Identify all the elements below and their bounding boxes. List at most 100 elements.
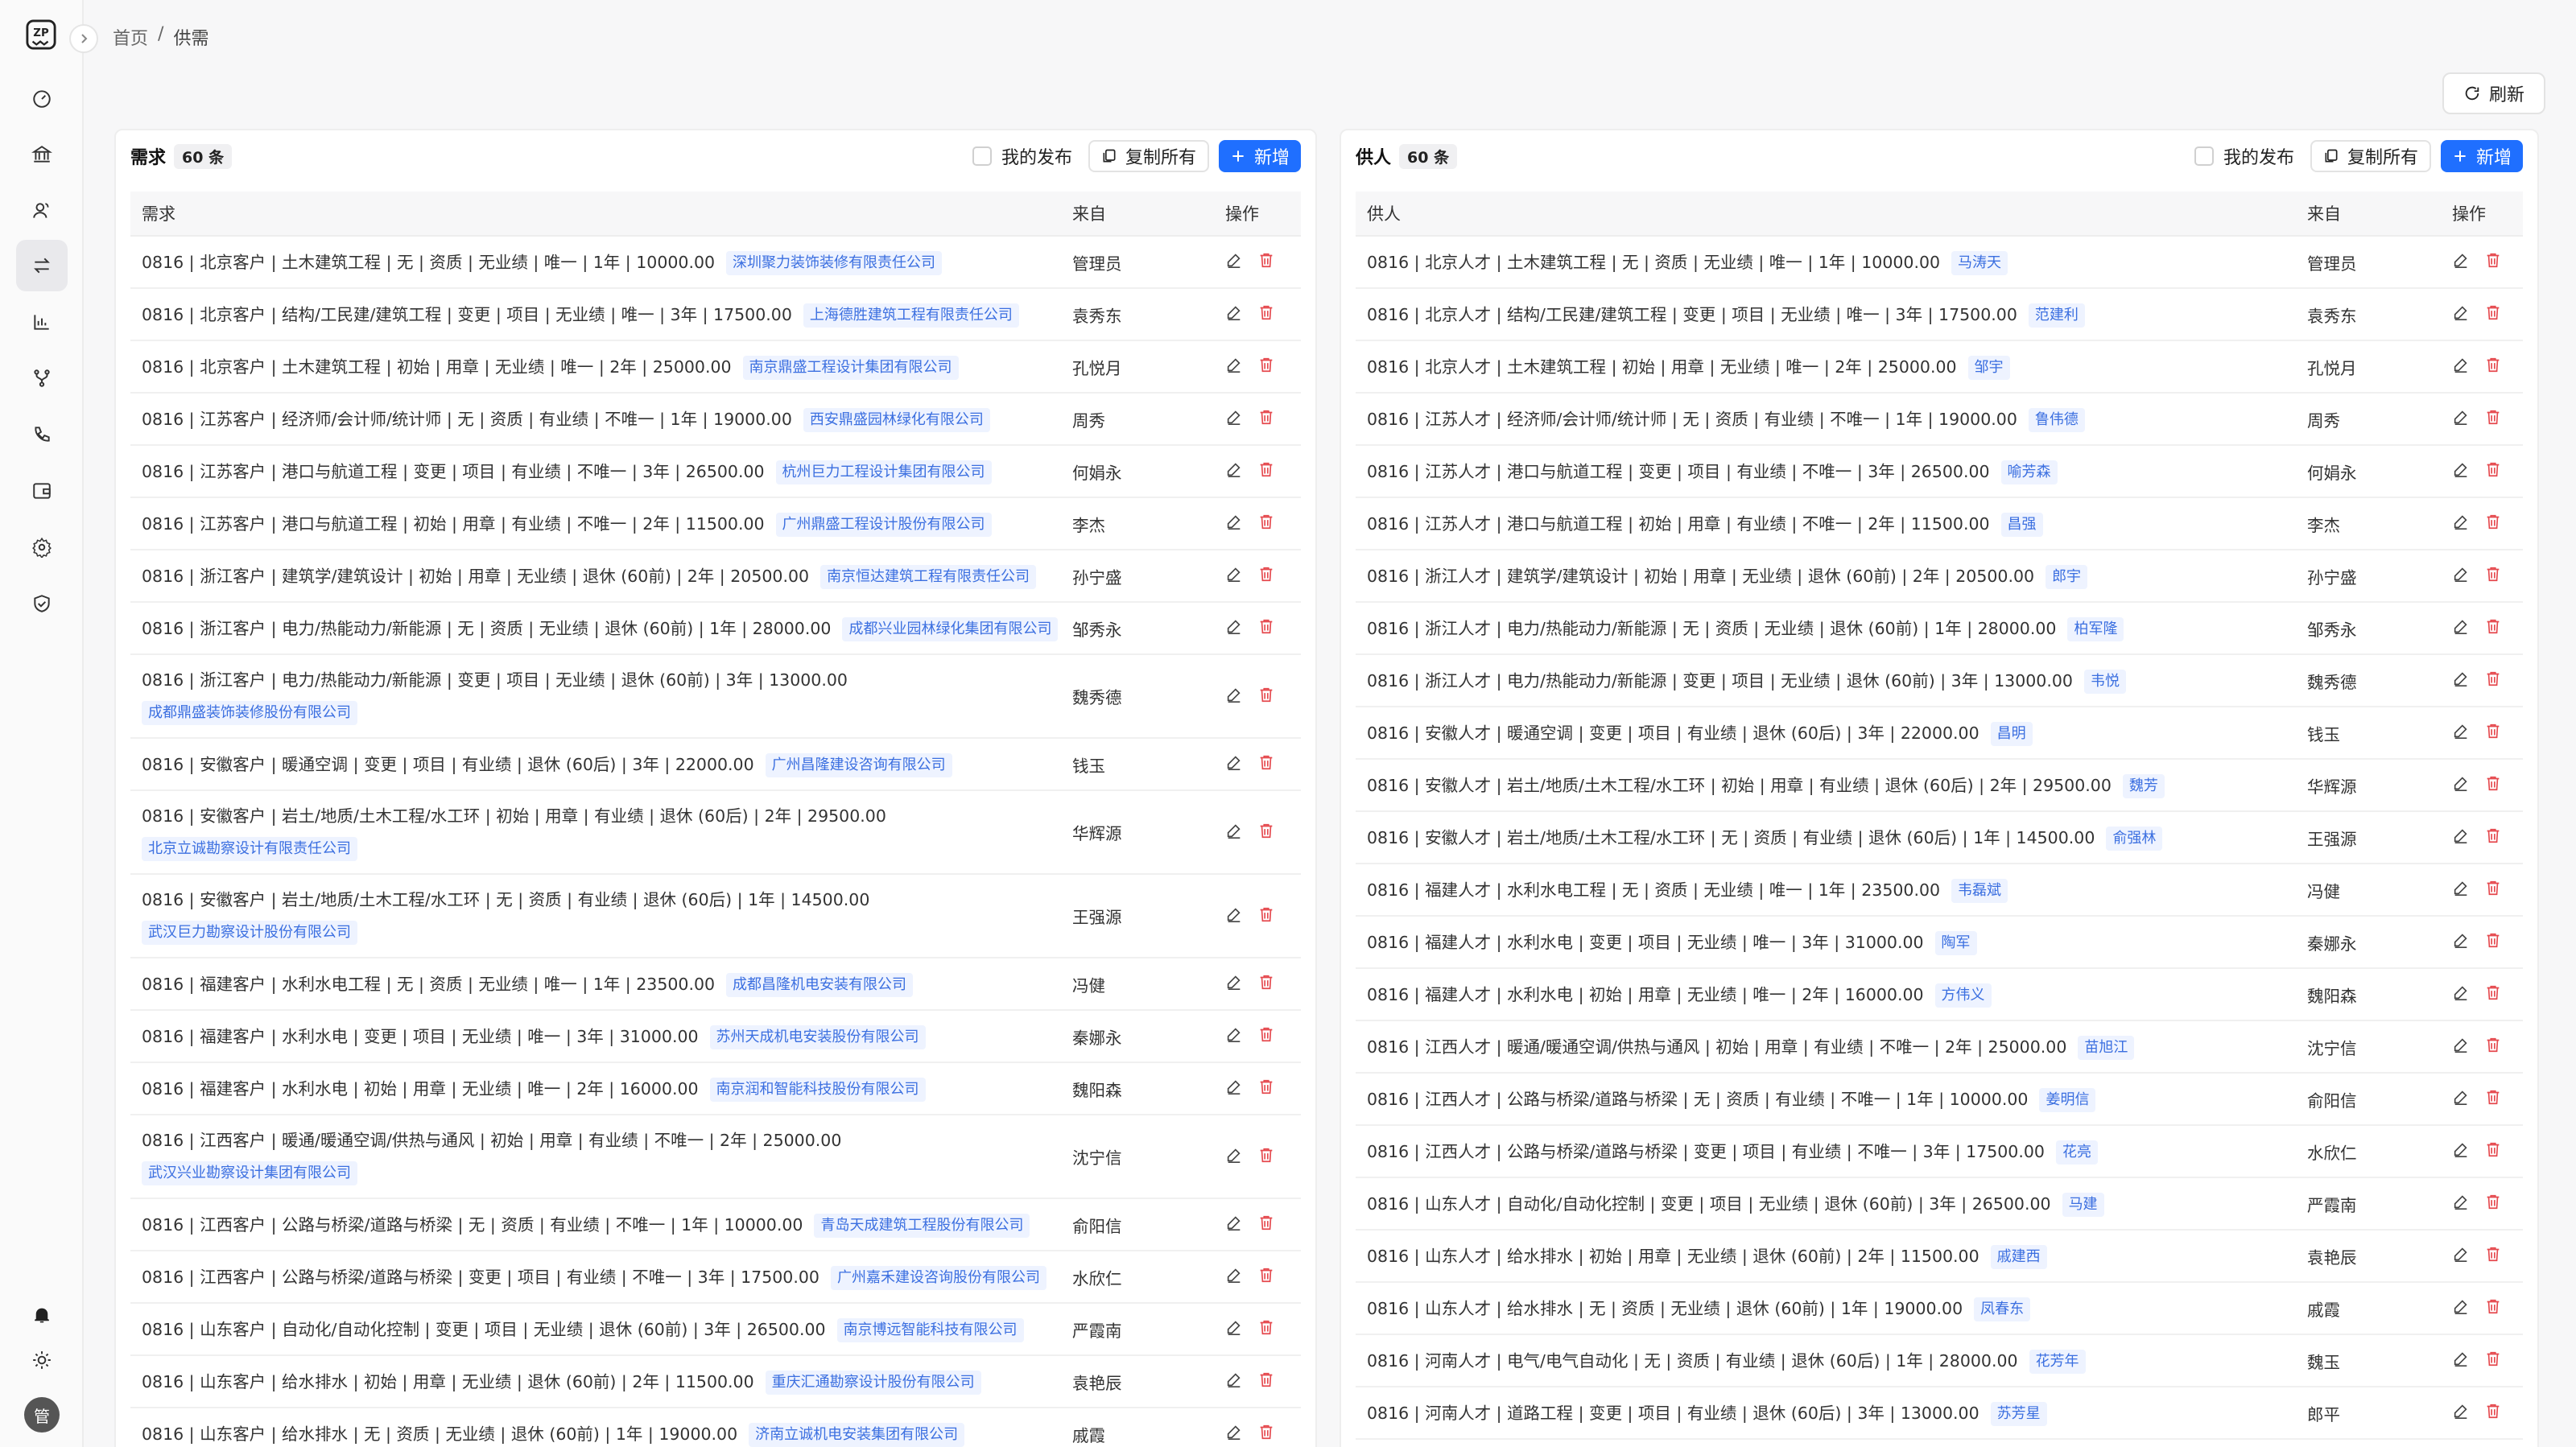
delete-button[interactable]: [2484, 827, 2502, 848]
delete-button[interactable]: [1257, 1214, 1275, 1235]
demand-my-posts-checkbox[interactable]: 我的发布: [972, 143, 1072, 169]
row-tag[interactable]: 广州嘉禾建设咨询股份有限公司: [830, 1265, 1046, 1290]
delete-button[interactable]: [1257, 1423, 1275, 1445]
row-tag[interactable]: 武汉巨力勘察设计股份有限公司: [142, 921, 357, 945]
delete-button[interactable]: [2484, 1088, 2502, 1110]
edit-button[interactable]: [1225, 905, 1243, 927]
edit-button[interactable]: [2452, 1245, 2470, 1267]
edit-button[interactable]: [2452, 1088, 2470, 1110]
row-tag[interactable]: 姜明信: [2039, 1087, 2096, 1112]
row-tag[interactable]: 武汉兴业勘察设计集团有限公司: [142, 1161, 357, 1185]
delete-button[interactable]: [2484, 983, 2502, 1005]
edit-button[interactable]: [2452, 513, 2470, 534]
edit-button[interactable]: [2452, 617, 2470, 639]
edit-button[interactable]: [2452, 1193, 2470, 1214]
demand-add-button[interactable]: 新增: [1218, 140, 1301, 172]
delete-button[interactable]: [2484, 1402, 2502, 1424]
row-tag[interactable]: 北京立诚勘察设计有限责任公司: [142, 837, 357, 861]
edit-button[interactable]: [2452, 1402, 2470, 1424]
edit-button[interactable]: [2452, 460, 2470, 482]
delete-button[interactable]: [1257, 303, 1275, 325]
row-tag[interactable]: 昌明: [1990, 721, 2033, 746]
row-tag[interactable]: 花亮: [2055, 1140, 2098, 1165]
delete-button[interactable]: [2484, 774, 2502, 796]
nav-users[interactable]: [16, 185, 68, 237]
edit-button[interactable]: [1225, 617, 1243, 639]
edit-button[interactable]: [1225, 251, 1243, 273]
row-tag[interactable]: 鲁伟德: [2028, 407, 2085, 432]
delete-button[interactable]: [2484, 879, 2502, 901]
edit-button[interactable]: [1225, 1214, 1243, 1235]
edit-button[interactable]: [1225, 1025, 1243, 1047]
sidebar-collapse-button[interactable]: [69, 24, 98, 53]
row-tag[interactable]: 邹宇: [1967, 355, 2010, 380]
delete-button[interactable]: [2484, 408, 2502, 430]
delete-button[interactable]: [2484, 513, 2502, 534]
row-tag[interactable]: 南京鼎盛工程设计集团有限公司: [742, 355, 959, 380]
row-tag[interactable]: 昌强: [2000, 512, 2043, 537]
row-tag[interactable]: 南京博远智能科技有限公司: [836, 1317, 1024, 1342]
nav-dashboard[interactable]: [16, 72, 68, 124]
delete-button[interactable]: [2484, 670, 2502, 691]
row-tag[interactable]: 凤春东: [1974, 1297, 2031, 1321]
row-tag[interactable]: 南京润和智能科技股份有限公司: [709, 1077, 926, 1102]
delete-button[interactable]: [1257, 1318, 1275, 1340]
delete-button[interactable]: [2484, 251, 2502, 273]
row-tag[interactable]: 喻芳森: [2000, 460, 2058, 484]
edit-button[interactable]: [2452, 1297, 2470, 1319]
edit-button[interactable]: [2452, 774, 2470, 796]
edit-button[interactable]: [1225, 686, 1243, 707]
row-tag[interactable]: 成都兴业园林绿化集团有限公司: [842, 616, 1059, 641]
row-tag[interactable]: 陶军: [1934, 930, 1977, 955]
nav-branch[interactable]: [16, 352, 68, 404]
row-tag[interactable]: 广州昌隆建设咨询有限公司: [765, 752, 952, 777]
supply-my-posts-checkbox[interactable]: 我的发布: [2194, 143, 2294, 169]
edit-button[interactable]: [1225, 1423, 1243, 1445]
edit-button[interactable]: [1225, 1146, 1243, 1168]
row-tag[interactable]: 广州鼎盛工程设计股份有限公司: [775, 512, 992, 537]
delete-button[interactable]: [1257, 686, 1275, 707]
row-tag[interactable]: 马涛天: [1951, 250, 2008, 275]
delete-button[interactable]: [1257, 1146, 1275, 1168]
row-tag[interactable]: 西安鼎盛园林绿化有限公司: [803, 407, 990, 432]
edit-button[interactable]: [1225, 1266, 1243, 1288]
edit-button[interactable]: [2452, 879, 2470, 901]
edit-button[interactable]: [2452, 827, 2470, 848]
delete-button[interactable]: [2484, 303, 2502, 325]
nav-bank[interactable]: [16, 129, 68, 180]
edit-button[interactable]: [1225, 356, 1243, 377]
edit-button[interactable]: [1225, 408, 1243, 430]
supply-copy-all-button[interactable]: 复制所有: [2310, 140, 2431, 172]
row-tag[interactable]: 戚建西: [1990, 1244, 2047, 1269]
edit-button[interactable]: [1225, 973, 1243, 995]
refresh-button[interactable]: 刷新: [2442, 72, 2545, 114]
delete-button[interactable]: [1257, 408, 1275, 430]
nav-wallet[interactable]: [16, 465, 68, 517]
edit-button[interactable]: [2452, 983, 2470, 1005]
delete-button[interactable]: [2484, 1193, 2502, 1214]
edit-button[interactable]: [2452, 251, 2470, 273]
delete-button[interactable]: [2484, 565, 2502, 587]
nav-chart[interactable]: [16, 296, 68, 348]
row-tag[interactable]: 马建: [2062, 1192, 2104, 1217]
supply-add-button[interactable]: 新增: [2440, 140, 2523, 172]
avatar[interactable]: 管: [24, 1397, 60, 1433]
edit-button[interactable]: [2452, 670, 2470, 691]
delete-button[interactable]: [1257, 251, 1275, 273]
row-tag[interactable]: 杭州巨力工程设计集团有限公司: [775, 460, 992, 484]
nav-security[interactable]: [16, 578, 68, 629]
edit-button[interactable]: [1225, 1318, 1243, 1340]
delete-button[interactable]: [1257, 822, 1275, 843]
delete-button[interactable]: [2484, 1245, 2502, 1267]
edit-button[interactable]: [1225, 753, 1243, 775]
edit-button[interactable]: [2452, 565, 2470, 587]
delete-button[interactable]: [2484, 931, 2502, 953]
checkbox-box[interactable]: [2194, 146, 2214, 166]
delete-button[interactable]: [1257, 905, 1275, 927]
delete-button[interactable]: [2484, 1036, 2502, 1057]
delete-button[interactable]: [1257, 973, 1275, 995]
delete-button[interactable]: [1257, 513, 1275, 534]
delete-button[interactable]: [2484, 356, 2502, 377]
row-tag[interactable]: 济南立诚机电安装集团有限公司: [749, 1422, 965, 1447]
delete-button[interactable]: [1257, 1025, 1275, 1047]
